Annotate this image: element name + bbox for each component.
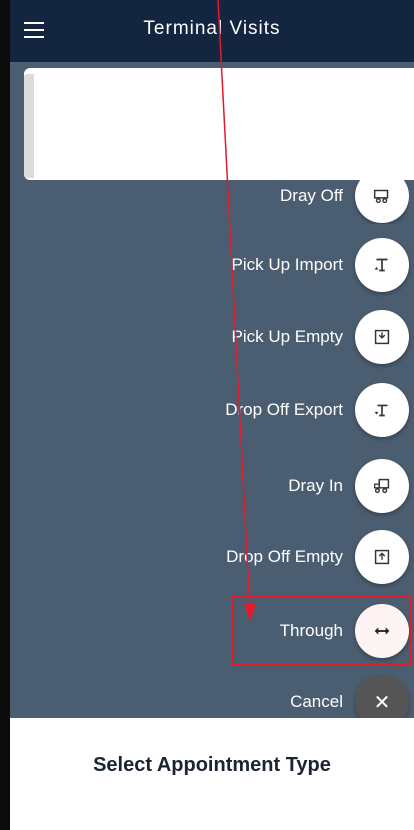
pick-up-empty-icon[interactable] — [355, 310, 409, 364]
menu-item-label: Dray Off — [280, 186, 343, 205]
sheet-title: Select Appointment Type — [93, 754, 331, 776]
menu-item-label: Through — [279, 621, 343, 640]
menu-item-label: Dray In — [288, 476, 343, 495]
menu-item-drop-off-empty[interactable]: Drop Off Empty — [109, 529, 409, 585]
screen-edge — [0, 0, 10, 830]
menu-item-label: Drop Off Export — [225, 400, 343, 419]
dray-in-icon[interactable] — [355, 459, 409, 513]
drop-off-export-icon[interactable] — [355, 383, 409, 437]
menu-item-pick-up-import[interactable]: Pick Up Import — [109, 237, 409, 293]
card-strip — [24, 74, 34, 178]
app-screen: Terminal Visits Dray Off Pick Up Import … — [0, 0, 414, 830]
two-way-arrow-icon[interactable] — [355, 604, 409, 658]
bottom-sheet: Select Appointment Type — [10, 718, 414, 830]
app-header: Terminal Visits — [10, 0, 414, 62]
pick-up-import-icon[interactable] — [355, 238, 409, 292]
menu-item-label: Pick Up Import — [231, 255, 343, 274]
menu-item-label: Drop Off Empty — [226, 547, 343, 566]
menu-item-label: Pick Up Empty — [231, 327, 343, 346]
menu-item-pick-up-empty[interactable]: Pick Up Empty — [109, 309, 409, 365]
menu-item-dray-in[interactable]: Dray In — [109, 458, 409, 514]
menu-item-drop-off-export[interactable]: Drop Off Export — [109, 382, 409, 438]
menu-item-label: Cancel — [290, 692, 343, 711]
menu-item-through[interactable]: Through — [109, 603, 409, 659]
drop-off-empty-icon[interactable] — [355, 530, 409, 584]
content-card — [24, 68, 414, 180]
page-title: Terminal Visits — [143, 18, 281, 39]
